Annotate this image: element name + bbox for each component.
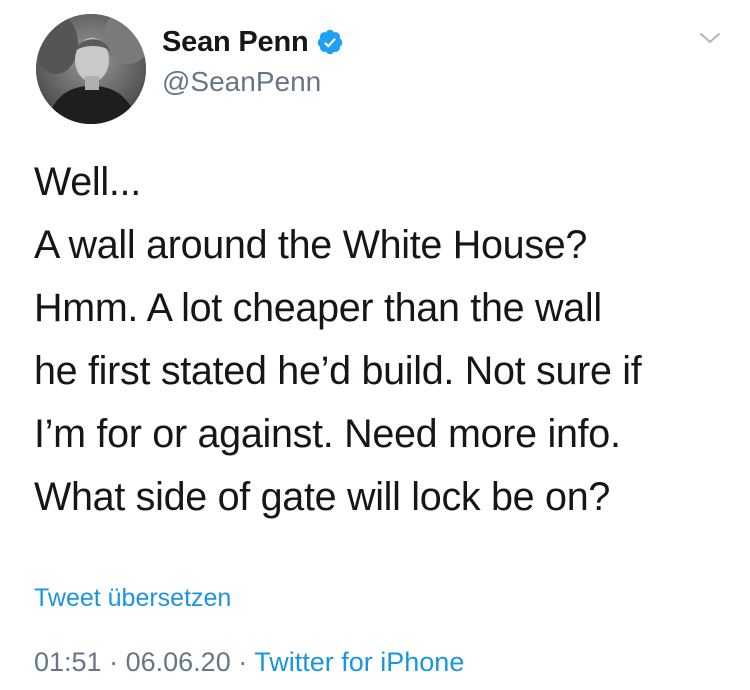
tweet-text-line: What side of gate will lock be on?	[34, 475, 611, 519]
tweet-time: 01:51	[34, 647, 102, 677]
tweet-meta: 01:51 · 06.06.20 · Twitter for iPhone	[34, 647, 464, 678]
tweet-text-line: Hmm. A lot cheaper than the wall	[34, 286, 602, 330]
tweet-text: Well... A wall around the White House? H…	[34, 151, 724, 529]
display-name[interactable]: Sean Penn	[162, 26, 309, 59]
avatar-photo	[36, 14, 146, 124]
verified-badge-icon	[316, 28, 344, 56]
translate-tweet-link[interactable]: Tweet übersetzen	[34, 584, 231, 613]
chevron-down-icon[interactable]	[698, 26, 722, 50]
tweet-text-line: A wall around the White House?	[34, 223, 588, 267]
name-row: Sean Penn	[162, 24, 344, 60]
handle[interactable]: @SeanPenn	[162, 66, 344, 98]
avatar[interactable]	[36, 14, 146, 124]
author-info: Sean Penn @SeanPenn	[162, 24, 344, 98]
tweet-source-link[interactable]: Twitter for iPhone	[254, 647, 464, 677]
tweet-card: Sean Penn @SeanPenn Well... A wall aroun…	[0, 0, 750, 690]
tweet-text-line: he first stated he’d build. Not sure if	[34, 349, 642, 393]
tweet-text-line: I’m for or against. Need more info.	[34, 412, 621, 456]
meta-separator: ·	[238, 647, 248, 677]
meta-separator: ·	[109, 647, 119, 677]
tweet-text-line: Well...	[34, 160, 141, 204]
tweet-date: 06.06.20	[125, 647, 231, 677]
